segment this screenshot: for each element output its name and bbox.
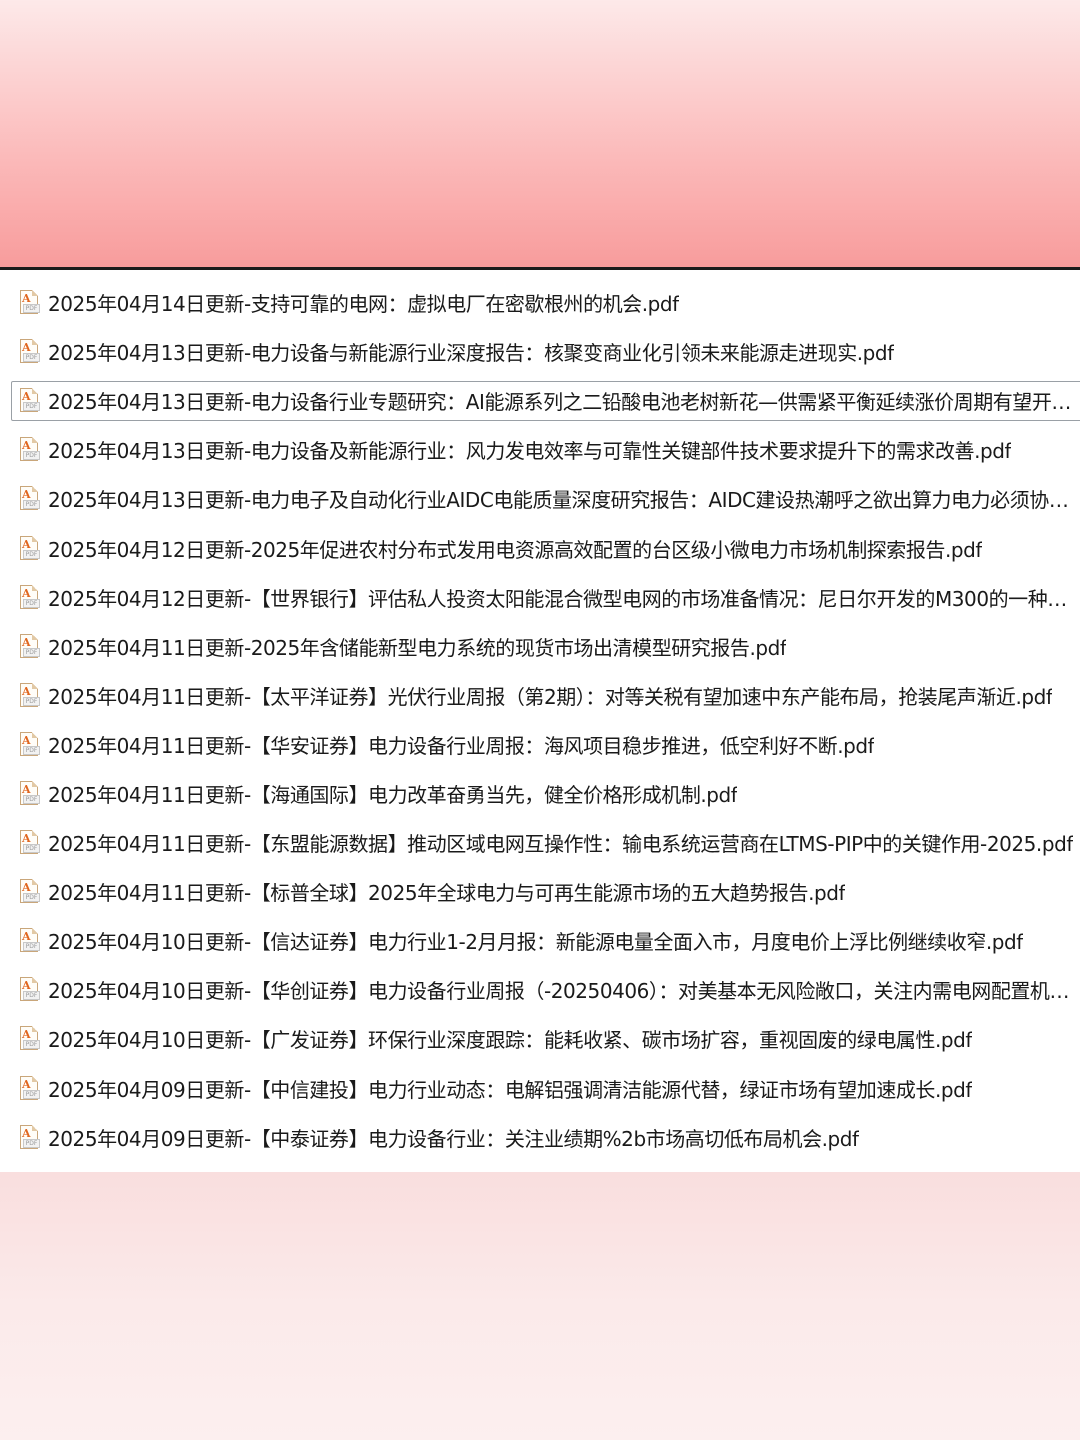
file-list-panel: A PDF 2025年04月14日更新-支持可靠的电网：虚拟电厂在密歇根州的机会.p… xyxy=(0,270,1080,1172)
pdf-file-icon: A PDF xyxy=(18,731,40,757)
file-name-label: 2025年04月13日更新-电力设备与新能源行业深度报告：核聚变商业化引领未来能… xyxy=(48,341,894,366)
pdf-file-icon: A PDF xyxy=(18,437,40,462)
pdf-file-icon: A PDF xyxy=(18,1026,40,1051)
file-list-item[interactable]: A PDF 2025年04月11日更新-【华安证券】电力设备行业周报：海风项目稳步推… xyxy=(0,720,1080,769)
pdf-file-icon: A PDF xyxy=(18,1075,40,1101)
file-name-label: 2025年04月13日更新-电力电子及自动化行业AIDC电能质量深度研究报告：A… xyxy=(48,488,1074,513)
file-name-label: 2025年04月09日更新-【中泰证券】电力设备行业：关注业绩期%2b市场高切低… xyxy=(48,1126,859,1151)
pdf-file-icon: A PDF xyxy=(18,1124,40,1150)
file-list-item[interactable]: A PDF 2025年04月11日更新-【海通国际】电力改革奋勇当先，健全价格形成机… xyxy=(0,769,1080,818)
file-list-item[interactable]: A PDF 2025年04月12日更新-【世界银行】评估私人投资太阳能混合微型电网的… xyxy=(0,573,1080,622)
file-name-label: 2025年04月09日更新-【中信建投】电力行业动态：电解铝强调清洁能源代替，绿… xyxy=(48,1077,972,1102)
file-list-item[interactable]: A PDF 2025年04月11日更新-2025年含储能新型电力系统的现货市场出清模… xyxy=(0,622,1080,671)
pdf-file-icon: A PDF xyxy=(18,928,40,953)
file-list-item[interactable]: A PDF 2025年04月13日更新-电力电子及自动化行业AIDC电能质量深度研究… xyxy=(0,474,1080,523)
file-name-label: 2025年04月11日更新-【标普全球】2025年全球电力与可再生能源市场的五大… xyxy=(48,881,846,906)
pdf-file-icon: A PDF xyxy=(18,977,40,1002)
pdf-file-icon: A PDF xyxy=(18,780,40,806)
file-list-item[interactable]: A PDF 2025年04月10日更新-【信达证券】电力行业1-2月月报：新能源电量… xyxy=(0,916,1080,965)
pdf-file-icon: A PDF xyxy=(18,339,40,364)
file-name-label: 2025年04月11日更新-2025年含储能新型电力系统的现货市场出清模型研究报… xyxy=(48,635,787,660)
pdf-file-icon: A PDF xyxy=(18,682,40,708)
file-name-label: 2025年04月11日更新-【华安证券】电力设备行业周报：海风项目稳步推进，低空… xyxy=(48,733,875,758)
file-list-item[interactable]: A PDF 2025年04月13日更新-电力设备与新能源行业深度报告：核聚变商业化引… xyxy=(0,327,1080,376)
file-name-label: 2025年04月10日更新-【信达证券】电力行业1-2月月报：新能源电量全面入市… xyxy=(48,930,1023,955)
pdf-file-icon: A PDF xyxy=(18,290,40,315)
file-name-label: 2025年04月10日更新-【华创证券】电力设备行业周报（-20250406）：… xyxy=(48,979,1074,1004)
top-pink-band xyxy=(0,0,1080,267)
file-name-label: 2025年04月11日更新-【太平洋证券】光伏行业周报（第2期）：对等关税有望加… xyxy=(48,684,1053,709)
file-list-item[interactable]: A PDF 2025年04月10日更新-【广发证券】环保行业深度跟踪：能耗收紧、碳市… xyxy=(0,1014,1080,1063)
pdf-file-icon: A PDF xyxy=(18,830,40,855)
file-name-label: 2025年04月12日更新-【世界银行】评估私人投资太阳能混合微型电网的市场准备… xyxy=(48,586,1074,611)
file-name-label: 2025年04月11日更新-【海通国际】电力改革奋勇当先，健全价格形成机制.pd… xyxy=(48,782,738,807)
file-name-label: 2025年04月11日更新-【东盟能源数据】推动区域电网互操作性：输电系统运营商… xyxy=(48,832,1073,857)
bottom-pink-band xyxy=(0,1172,1080,1440)
pdf-file-icon: A PDF xyxy=(18,486,40,511)
file-name-label: 2025年04月12日更新-2025年促进农村分布式发用电资源高效配置的台区级小… xyxy=(48,537,982,562)
pdf-file-icon: A PDF xyxy=(18,584,40,610)
pdf-file-icon: A PDF xyxy=(18,388,40,413)
file-list-item[interactable]: A PDF 2025年04月09日更新-【中信建投】电力行业动态：电解铝强调清洁能源… xyxy=(0,1064,1080,1113)
file-list-item[interactable]: A PDF 2025年04月13日更新-电力设备及新能源行业：风力发电效率与可靠性关… xyxy=(0,425,1080,474)
file-list-item[interactable]: A PDF 2025年04月13日更新-电力设备行业专题研究：AI能源系列之二铅酸电… xyxy=(0,376,1080,425)
file-list-item[interactable]: A PDF 2025年04月09日更新-【中泰证券】电力设备行业：关注业绩期%2b市… xyxy=(0,1113,1080,1162)
pdf-file-icon: A PDF xyxy=(18,879,40,904)
pdf-file-icon: A PDF xyxy=(18,535,40,561)
file-list: A PDF 2025年04月14日更新-支持可靠的电网：虚拟电厂在密歇根州的机会.p… xyxy=(0,270,1080,1162)
file-name-label: 2025年04月13日更新-电力设备行业专题研究：AI能源系列之二铅酸电池老树新… xyxy=(48,390,1074,415)
file-name-label: 2025年04月13日更新-电力设备及新能源行业：风力发电效率与可靠性关键部件技… xyxy=(48,439,1012,464)
file-list-item[interactable]: A PDF 2025年04月11日更新-【太平洋证券】光伏行业周报（第2期）：对等关… xyxy=(0,671,1080,720)
file-list-item[interactable]: A PDF 2025年04月10日更新-【华创证券】电力设备行业周报（-202504… xyxy=(0,965,1080,1014)
pdf-file-icon: A PDF xyxy=(18,633,40,659)
file-name-label: 2025年04月14日更新-支持可靠的电网：虚拟电厂在密歇根州的机会.pdf xyxy=(48,292,679,317)
file-list-item[interactable]: A PDF 2025年04月12日更新-2025年促进农村分布式发用电资源高效配置的… xyxy=(0,523,1080,572)
file-list-item[interactable]: A PDF 2025年04月11日更新-【标普全球】2025年全球电力与可再生能源市… xyxy=(0,867,1080,916)
file-name-label: 2025年04月10日更新-【广发证券】环保行业深度跟踪：能耗收紧、碳市场扩容，… xyxy=(48,1028,972,1053)
file-list-item[interactable]: A PDF 2025年04月14日更新-支持可靠的电网：虚拟电厂在密歇根州的机会.p… xyxy=(0,278,1080,327)
file-list-item[interactable]: A PDF 2025年04月11日更新-【东盟能源数据】推动区域电网互操作性：输电系… xyxy=(0,818,1080,867)
